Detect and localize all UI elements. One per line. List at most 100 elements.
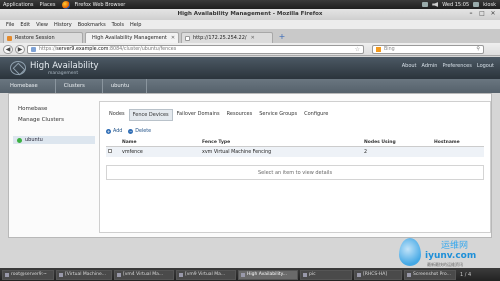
tab-http-address[interactable]: http://172.25.254.22/ ✕ — [181, 32, 273, 43]
tab-service-groups[interactable]: Service Groups — [256, 109, 300, 121]
tab-nodes[interactable]: Nodes — [106, 109, 128, 121]
cluster-name: ubuntu — [25, 137, 43, 143]
taskbar-item-vm9[interactable]: [vm9 Virtual Ma... — [176, 269, 236, 280]
tab-failover-domains[interactable]: Failover Domains — [174, 109, 223, 121]
new-tab-button[interactable]: + — [277, 32, 287, 42]
blank-page-icon — [185, 35, 190, 41]
tab-resources[interactable]: Resources — [224, 109, 256, 121]
taskbar-item-pic[interactable]: pic — [300, 269, 352, 280]
site-identity-icon[interactable] — [31, 46, 36, 52]
tab-fence-devices[interactable]: Fence Devices — [128, 109, 173, 121]
row-checkbox[interactable] — [108, 149, 112, 153]
col-hostname[interactable]: Hostname — [432, 139, 484, 147]
ha-logo-icon — [10, 61, 26, 75]
app-subtitle: management — [48, 71, 79, 76]
navigation-toolbar: ◀ ▶ https:// server9.example.com :8084/c… — [0, 43, 500, 56]
taskbar-item-virt-manager[interactable]: [Virtual Machine... — [56, 269, 112, 280]
app-title: High Availability — [30, 61, 99, 71]
menu-help[interactable]: Help — [127, 22, 144, 28]
hostname — [432, 147, 484, 158]
workspace-switcher[interactable]: 1 / 4 — [460, 272, 471, 278]
admin-link[interactable]: Admin — [422, 63, 438, 69]
maximize-button[interactable]: □ — [478, 10, 486, 18]
details-placeholder: Select an item to view details — [106, 165, 484, 180]
firefox-icon — [241, 272, 245, 277]
restore-icon — [7, 35, 12, 41]
col-fence-type[interactable]: Fence Type — [200, 139, 362, 147]
delete-fence-button[interactable]: − Delete — [128, 129, 151, 134]
close-button[interactable]: ✕ — [489, 10, 497, 18]
vm-icon — [117, 272, 121, 277]
logout-link[interactable]: Logout — [477, 63, 494, 69]
terminal-icon — [5, 272, 9, 277]
close-tab-icon[interactable]: ✕ — [171, 35, 175, 41]
back-button[interactable]: ◀ — [3, 44, 13, 54]
taskbar-item-terminal[interactable]: root@server9:~ — [2, 269, 54, 280]
watermark-logo: 运维网 iyunv.com 最新最快的运维资讯 — [395, 232, 495, 270]
taskbar-item-rhcs-ha[interactable]: [RHCS-HA] — [354, 269, 402, 280]
forward-button[interactable]: ▶ — [15, 44, 25, 54]
document-icon — [357, 272, 361, 277]
taskbar-item-vm4[interactable]: [vm4 Virtual Ma... — [114, 269, 174, 280]
clock[interactable]: Wed 15:05 — [442, 2, 469, 8]
breadcrumb-homebase[interactable]: Homebase — [10, 83, 46, 89]
cluster-tabs: Nodes Fence Devices Failover Domains Res… — [106, 109, 332, 121]
system-tray: Wed 15:05 kiosk — [422, 2, 500, 8]
menu-tools[interactable]: Tools — [109, 22, 127, 28]
droplet-icon — [399, 238, 421, 266]
taskbar-item-screenshot[interactable]: Screenshot Pro... — [404, 269, 456, 280]
tab-restore-session[interactable]: Restore Session — [3, 32, 83, 43]
col-nodes-using[interactable]: Nodes Using — [362, 139, 432, 147]
plus-icon: + — [106, 129, 111, 134]
tab-label: High Availability Management — [92, 35, 167, 41]
volume-icon[interactable] — [432, 2, 439, 7]
search-placeholder: Bing — [384, 46, 395, 52]
url-path: :8084/cluster/ubuntu/fences — [108, 46, 177, 52]
fence-devices-table: Name Fence Type Nodes Using Hostname vmf… — [106, 139, 484, 157]
tab-high-availability[interactable]: High Availability Management ✕ — [85, 32, 179, 43]
browser-tabstrip: Restore Session High Availability Manage… — [0, 29, 500, 43]
applications-menu[interactable]: Applications — [0, 2, 37, 8]
menu-bookmarks[interactable]: Bookmarks — [75, 22, 109, 28]
table-row[interactable]: vmfence xvm Virtual Machine Fencing 2 — [106, 146, 484, 158]
menu-file[interactable]: File — [3, 22, 17, 28]
vm-icon — [179, 272, 183, 277]
search-icon[interactable]: ⚲ — [476, 46, 480, 52]
search-bar[interactable]: Bing ⚲ — [372, 44, 484, 54]
sidebar-item-cluster-ubuntu[interactable]: ubuntu — [13, 136, 95, 144]
tab-label: http://172.25.254.22/ — [193, 35, 247, 41]
breadcrumb-ubuntu[interactable]: ubuntu — [111, 83, 137, 89]
gnome-bottom-panel: root@server9:~ [Virtual Machine... [vm4 … — [0, 268, 500, 281]
minimize-button[interactable]: – — [467, 10, 475, 18]
firefox-launcher[interactable]: Firefox Web Browser — [71, 2, 128, 8]
url-bar[interactable]: https:// server9.example.com :8084/clust… — [27, 44, 364, 54]
breadcrumb: Homebase Clusters ubuntu — [0, 79, 500, 93]
network-icon[interactable] — [422, 2, 429, 7]
minus-icon: − — [128, 129, 134, 134]
search-engine-icon[interactable] — [376, 46, 381, 52]
breadcrumb-clusters[interactable]: Clusters — [64, 83, 93, 89]
menu-history[interactable]: History — [51, 22, 75, 28]
close-tab-icon[interactable]: ✕ — [251, 35, 255, 41]
add-fence-button[interactable]: + Add — [106, 129, 122, 134]
about-link[interactable]: About — [402, 63, 417, 69]
places-menu[interactable]: Places — [37, 2, 59, 8]
vm-icon — [59, 272, 63, 277]
sidebar-item-homebase[interactable]: Homebase — [18, 106, 47, 112]
fence-name[interactable]: vmfence — [120, 147, 200, 158]
menu-edit[interactable]: Edit — [17, 22, 33, 28]
col-name[interactable]: Name — [120, 139, 200, 147]
firefox-icon[interactable] — [62, 0, 71, 9]
tab-configure[interactable]: Configure — [301, 109, 331, 121]
user-icon — [473, 2, 480, 7]
sidebar-item-manage-clusters[interactable]: Manage Clusters — [18, 117, 64, 123]
taskbar-item-firefox[interactable]: High Availability... — [238, 269, 298, 280]
user-menu[interactable]: kiosk — [483, 2, 496, 8]
bookmark-star-icon[interactable]: ☆ — [355, 46, 360, 53]
nodes-using: 2 — [364, 149, 368, 155]
fence-type: xvm Virtual Machine Fencing — [202, 149, 272, 155]
preferences-link[interactable]: Preferences — [442, 63, 471, 69]
window-titlebar[interactable]: High Availability Management - Mozilla F… — [0, 9, 500, 20]
window-title: High Availability Management - Mozilla F… — [177, 11, 323, 17]
menu-view[interactable]: View — [33, 22, 51, 28]
